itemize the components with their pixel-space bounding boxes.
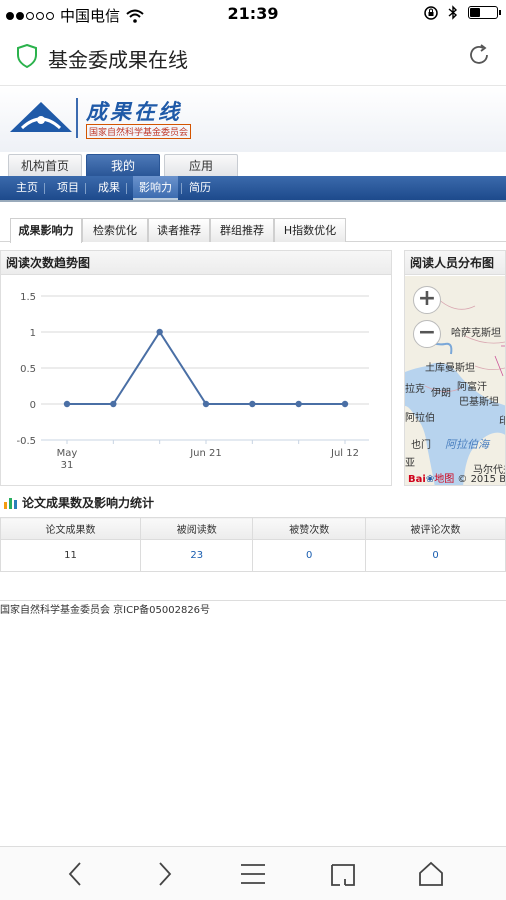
- map-label: 伊朗: [431, 388, 451, 399]
- main-tabs: 机构首页 我的 应用: [0, 152, 506, 176]
- baidu-paw-icon: ❀: [425, 474, 435, 485]
- tabs-icon[interactable]: [326, 857, 360, 891]
- site-banner: 成果在线 国家自然科学基金委员会: [0, 86, 506, 152]
- reader-distribution-panel: 阅读人员分布图 + − 哈萨克斯坦 土库曼斯坦 拉克 伊朗 阿富汗 巴基斯坦 阿…: [404, 250, 506, 486]
- home-icon[interactable]: [414, 857, 448, 891]
- map-label: 巴基斯坦: [459, 397, 499, 408]
- page-title: 基金委成果在线: [48, 48, 188, 72]
- stats-table: 论文成果数 被阅读数 被赞次数 被评论次数 11 23 0 0: [0, 517, 506, 572]
- map-label: 亚: [405, 458, 415, 469]
- column-header: 被评论次数: [365, 517, 506, 540]
- map-label: 哈萨克斯坦: [451, 328, 501, 339]
- x-tick-label: Jul 12: [330, 448, 359, 459]
- subnav-item-projects[interactable]: 项目: [51, 176, 85, 200]
- reload-icon[interactable]: [466, 42, 492, 68]
- reader-map[interactable]: + − 哈萨克斯坦 土库曼斯坦 拉克 伊朗 阿富汗 巴基斯坦 阿拉伯 印 阿拉伯…: [405, 276, 506, 485]
- map-label: 印: [499, 412, 505, 427]
- table-header-row: 论文成果数 被阅读数 被赞次数 被评论次数: [0, 517, 506, 540]
- y-tick-label: 1.5: [20, 292, 36, 303]
- data-point: [110, 400, 117, 408]
- data-point: [156, 328, 163, 336]
- map-label: 阿拉伯: [405, 413, 435, 424]
- column-header: 被阅读数: [139, 517, 254, 540]
- browser-address-bar[interactable]: 基金委成果在线: [0, 28, 506, 86]
- battery-icon: [468, 6, 501, 19]
- tab-mine[interactable]: 我的: [86, 154, 160, 176]
- map-label: 阿拉伯海: [445, 438, 489, 451]
- reader-distribution-title: 阅读人员分布图: [405, 251, 505, 275]
- subnav-item-results[interactable]: 成果: [92, 176, 126, 200]
- map-label: 拉克: [405, 384, 425, 395]
- y-tick-label: -0.5: [16, 436, 36, 447]
- x-tick-label: 31: [61, 460, 74, 471]
- paper-count-cell: 11: [0, 539, 141, 572]
- data-point: [63, 400, 71, 408]
- bluetooth-icon: [448, 5, 458, 20]
- browser-toolbar: [0, 846, 506, 900]
- y-tick-label: 1: [30, 328, 36, 339]
- data-point: [249, 400, 256, 408]
- reading-trend-title: 阅读次数趋势图: [1, 251, 391, 275]
- influence-tabs: 成果影响力 检索优化 读者推荐 群组推荐 H指数优化: [0, 218, 506, 243]
- data-point: [341, 400, 349, 408]
- x-tick-label: May: [57, 448, 78, 459]
- subnav-item-influence[interactable]: 影响力: [133, 176, 178, 200]
- subnav-item-home[interactable]: 主页: [10, 176, 44, 200]
- comment-count-link[interactable]: 0: [365, 539, 506, 572]
- tab-result-influence[interactable]: 成果影响力: [10, 218, 82, 243]
- y-tick-label: 0.5: [20, 364, 36, 375]
- sub-nav: 主页 项目 成果 影响力 简历: [0, 176, 506, 202]
- nsfc-logo-icon: [10, 102, 72, 132]
- tab-search-optimization[interactable]: 检索优化: [82, 218, 148, 242]
- chevron-left-icon[interactable]: [58, 857, 92, 891]
- column-header: 被赞次数: [252, 517, 366, 540]
- map-label: 阿富汗: [457, 382, 487, 393]
- status-bar: 中国电信 21:39: [0, 0, 506, 28]
- bar-chart-icon: [4, 497, 17, 509]
- logo-subtitle: 国家自然科学基金委员会: [86, 124, 192, 139]
- reading-trend-panel: 阅读次数趋势图 1.5 1 0.5 0 -0.5 May 31 Jun 21 Jul 12: [0, 250, 392, 486]
- reading-trend-chart: 1.5 1 0.5 0 -0.5 May31 Jun 21 Jul 12: [16, 292, 369, 471]
- site-footer: 国家自然科学基金委员会 京ICP备05002826号: [0, 600, 506, 616]
- orientation-lock-icon: [424, 5, 438, 20]
- data-point: [295, 400, 302, 408]
- map-label: 也门: [411, 440, 431, 451]
- subnav-item-resume[interactable]: 简历: [183, 176, 217, 200]
- table-row: 11 23 0 0: [0, 539, 506, 572]
- map-label: 土库曼斯坦: [425, 363, 475, 374]
- zoom-in-button[interactable]: +: [413, 286, 441, 314]
- like-count-link[interactable]: 0: [252, 539, 366, 572]
- read-count-link[interactable]: 23: [139, 539, 254, 572]
- tab-h-index-optimization[interactable]: H指数优化: [274, 218, 346, 242]
- tab-apps[interactable]: 应用: [164, 154, 238, 176]
- tab-group-recommend[interactable]: 群组推荐: [210, 218, 274, 242]
- y-tick-label: 0: [30, 400, 36, 411]
- data-point: [202, 400, 210, 408]
- menu-icon[interactable]: [236, 857, 270, 891]
- x-tick-label: Jun 21: [189, 448, 222, 459]
- stats-section-title: 论文成果数及影响力统计: [4, 494, 154, 510]
- zoom-out-button[interactable]: −: [413, 320, 441, 348]
- tab-reader-recommend[interactable]: 读者推荐: [148, 218, 210, 242]
- chevron-right-icon[interactable]: [148, 857, 182, 891]
- shield-check-icon: [17, 44, 37, 68]
- tab-institution-home[interactable]: 机构首页: [8, 154, 82, 176]
- logo-title: 成果在线: [86, 99, 182, 124]
- column-header: 论文成果数: [0, 517, 141, 540]
- baidu-attribution: Bai❀地图 © 2015 Bai: [408, 474, 506, 485]
